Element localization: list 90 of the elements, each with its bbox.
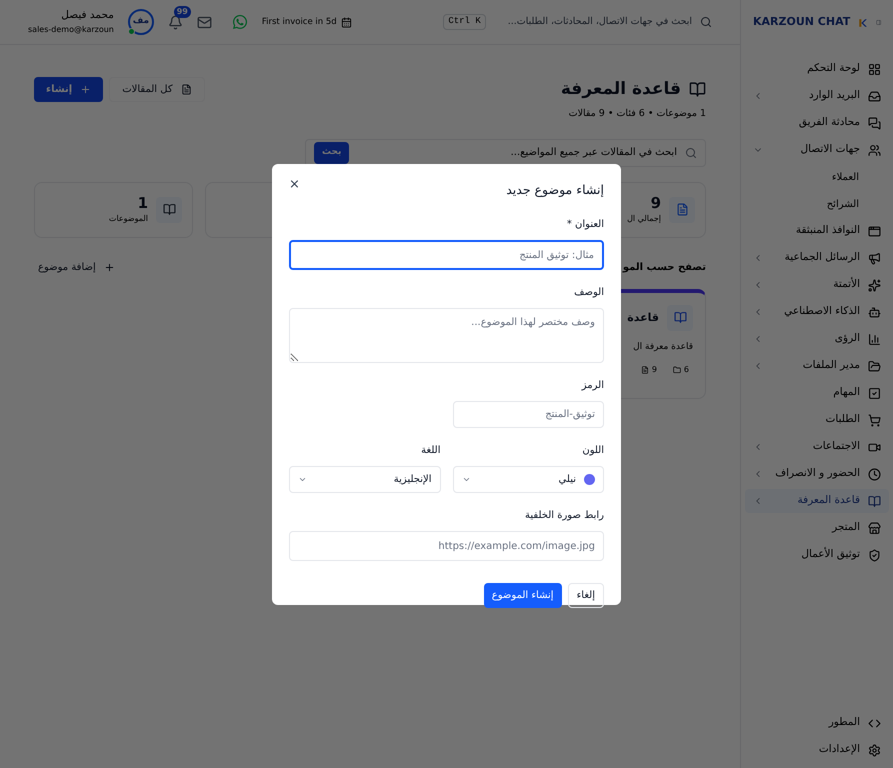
field-label: العنوان * — [566, 218, 604, 232]
sidebar-item[interactable]: جهات الاتصال — [745, 138, 889, 162]
bar-chart-icon — [868, 332, 881, 346]
sidebar-item[interactable]: المهام — [745, 381, 889, 405]
sidebar-subitem[interactable]: العملاء — [745, 165, 889, 189]
dialog-title: إنشاء موضوع جديد — [506, 180, 604, 199]
create-topic-button[interactable]: إنشاء الموضوع — [484, 583, 562, 608]
topic-description: قاعدة معرفة ال — [632, 340, 693, 354]
book-icon — [674, 311, 686, 324]
whatsapp-icon[interactable] — [232, 14, 248, 30]
stat-value: 1 — [136, 194, 148, 214]
inbox-icon — [868, 90, 881, 102]
window-icon — [868, 224, 881, 238]
plus-icon — [80, 84, 92, 95]
code-icon — [868, 716, 881, 730]
shortcut-hint: Ctrl K — [443, 14, 486, 30]
folder-icon — [868, 360, 881, 372]
user-email: sales-demo@karzoun — [28, 24, 114, 36]
page-subtitle: 1 موضوعات • 6 فئات • 9 مقالات — [568, 106, 706, 120]
logo-text: KARZOUN CHAT — [753, 14, 850, 30]
stat-label: إجمالي ال — [627, 213, 661, 226]
mail-icon[interactable] — [196, 14, 212, 30]
page-title: قاعدة المعرفة — [560, 78, 681, 101]
topic-title: قاعدة — [627, 310, 659, 326]
field-label: اللون — [581, 444, 604, 458]
sidebar-item[interactable]: المتجر — [745, 516, 889, 540]
field-label: الوصف — [573, 286, 604, 300]
add-topic-button[interactable]: إضافة موضوع — [34, 260, 119, 275]
stat-label: الموضوعات — [108, 213, 148, 226]
search-field[interactable]: ابحث في جهات الاتصال، المحادثات، الطلبات... — [500, 8, 720, 36]
select-field[interactable]: الإنجليزية — [289, 466, 440, 494]
article-search-field[interactable]: ابحث في المقالات عبر جميع المواضيع... بحث — [305, 138, 706, 167]
book-icon — [868, 494, 881, 508]
trial-text: First invoice in 5d — [262, 16, 337, 28]
cart-icon — [868, 414, 881, 426]
folder-icon — [672, 366, 681, 374]
file-icon — [640, 366, 649, 374]
book-icon — [689, 81, 706, 98]
notification-badge: 99 — [174, 6, 191, 18]
sidebar-item[interactable]: المطور — [745, 711, 889, 735]
sidebar-item[interactable]: مدير الملفات — [745, 354, 889, 378]
search-icon — [700, 16, 712, 28]
cancel-button[interactable]: إلغاء — [568, 583, 604, 608]
video-icon — [868, 440, 881, 454]
sidebar-item[interactable]: النوافذ المنبثقة — [745, 219, 889, 243]
shield-icon — [868, 548, 881, 562]
sidebar-item[interactable]: قاعدة المعرفة — [745, 489, 889, 513]
bell-icon[interactable] — [168, 14, 183, 30]
user-name: محمد فيصل — [61, 8, 114, 24]
settings-icon — [868, 744, 881, 756]
sidebar-item[interactable]: الطلبات — [745, 408, 889, 432]
field-label: الرمز — [580, 379, 604, 394]
sidebar-item[interactable]: الأتمتة — [745, 273, 889, 297]
sidebar-subitem[interactable]: الشرائح — [745, 192, 889, 216]
file-icon — [676, 203, 688, 216]
dashboard-icon — [868, 62, 881, 76]
users-icon — [868, 144, 881, 156]
field-label: رابط صورة الخلفية — [524, 509, 604, 524]
sidebar-item[interactable]: توثيق الأعمال — [745, 543, 889, 567]
field-label: اللغة — [420, 444, 440, 458]
calendar-icon — [340, 16, 352, 28]
input-field[interactable]: مثال: توثيق المنتج — [289, 240, 604, 270]
clock-icon — [868, 468, 881, 480]
select-field[interactable]: نيلي — [452, 466, 604, 494]
checkbox-icon — [868, 386, 881, 400]
store-icon — [868, 522, 881, 534]
sidebar-item[interactable]: البريد الوارد — [745, 84, 889, 108]
sidebar-item[interactable]: محادثة الفريق — [745, 111, 889, 135]
sidebar-item[interactable]: الاجتماعات — [745, 435, 889, 459]
file-icon — [180, 84, 192, 95]
search-button[interactable]: بحث — [314, 142, 350, 164]
chat-icon — [868, 116, 881, 130]
robot-icon — [868, 306, 881, 318]
sidebar-item[interactable]: الذكاء الاصطناعي — [745, 300, 889, 324]
sidebar-item[interactable]: الإعدادات — [745, 738, 889, 762]
search-icon — [685, 146, 697, 159]
close-button[interactable]: × — [289, 178, 300, 190]
sidebar-item[interactable]: الحضور و الانصراف — [745, 462, 889, 486]
sidebar-item[interactable]: الرسائل الجماعية — [745, 246, 889, 270]
create-button[interactable]: إنشاء — [34, 77, 104, 102]
description-field[interactable]: وصف مختصر لهذا الموضوع... — [289, 308, 604, 364]
book-icon — [162, 203, 176, 216]
megaphone-icon — [868, 252, 881, 264]
plus-icon — [104, 262, 115, 273]
all-articles-button[interactable]: كل المقالات — [109, 77, 205, 102]
stat-value: 9 — [650, 194, 661, 214]
sidebar-item[interactable]: لوحة التحكم — [745, 57, 889, 81]
section-title: تصفح حسب المو — [622, 260, 706, 275]
sidebar-item[interactable]: الرؤى — [745, 327, 889, 351]
sparkles-icon — [868, 278, 881, 292]
